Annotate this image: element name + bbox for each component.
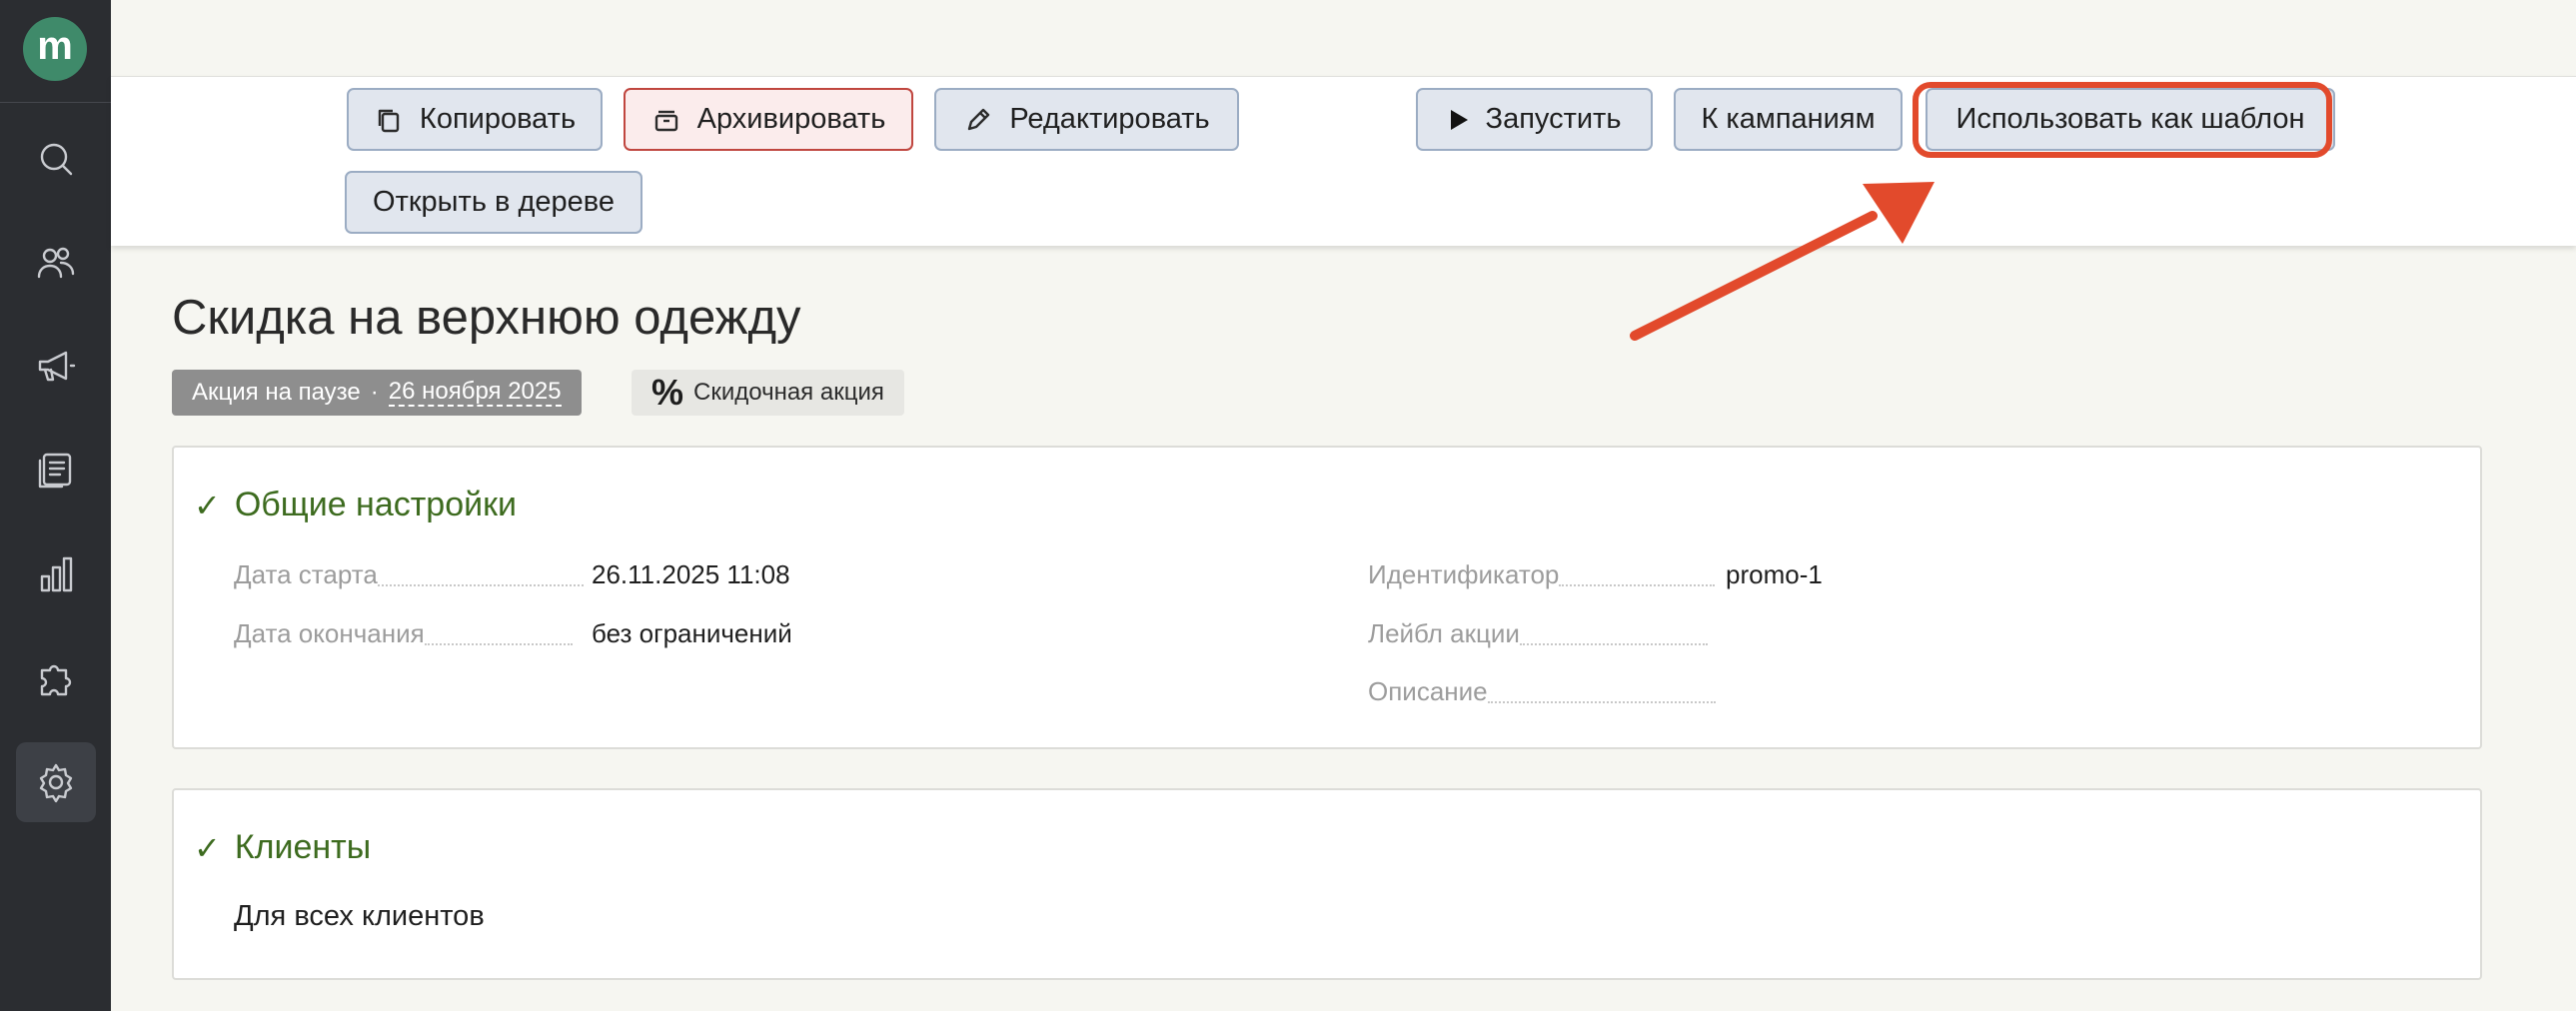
description-label-text: Описание xyxy=(1368,676,1488,706)
edit-button[interactable]: Редактировать xyxy=(934,88,1239,151)
status-date-link[interactable]: 26 ноября 2025 xyxy=(388,378,562,408)
end-date-value: без ограничений xyxy=(592,618,792,648)
play-icon xyxy=(1450,109,1468,130)
promo-type-label: Скидочная акция xyxy=(693,379,884,406)
users-icon xyxy=(37,247,75,279)
general-settings-title-text: Общие настройки xyxy=(234,486,517,523)
sidebar: m xyxy=(0,0,111,1011)
check-icon: ✓ xyxy=(194,829,221,866)
clients-card: ✓ Клиенты Для всех клиентов xyxy=(172,788,2482,980)
sidebar-divider xyxy=(0,102,111,103)
sidebar-item-clients[interactable] xyxy=(16,223,96,303)
sidebar-item-search[interactable] xyxy=(16,119,96,199)
logo-letter: m xyxy=(37,24,73,68)
identifier-value: promo-1 xyxy=(1726,559,1823,589)
archive-icon xyxy=(654,110,677,131)
to-campaigns-button[interactable]: К кампаниям xyxy=(1674,88,1903,151)
dotted-leader xyxy=(1519,643,1708,645)
clients-title-text: Клиенты xyxy=(234,828,372,866)
puzzle-icon xyxy=(40,664,72,696)
status-text: Акция на паузе xyxy=(192,379,361,406)
sidebar-item-campaigns[interactable] xyxy=(16,327,96,407)
annotation-arrow xyxy=(1630,182,1934,341)
megaphone-icon xyxy=(38,351,76,382)
status-separator: · xyxy=(370,379,379,406)
search-icon xyxy=(40,143,73,176)
clients-value: Для всех клиентов xyxy=(234,900,485,932)
copy-icon xyxy=(378,109,400,132)
action-toolbar: Копировать Архивировать Редактировать За… xyxy=(111,76,2576,246)
sidebar-item-analytics[interactable] xyxy=(16,534,96,614)
use-as-template-button-label: Использовать как шаблон xyxy=(1955,103,2305,135)
dotted-leader xyxy=(424,643,573,645)
pencil-icon xyxy=(968,108,990,130)
identifier-label: Идентификатор xyxy=(1368,559,1716,590)
bar-chart-icon xyxy=(40,556,73,592)
copy-button-label: Копировать xyxy=(419,103,577,135)
dotted-leader xyxy=(1487,701,1716,703)
run-button-label: Запустить xyxy=(1485,103,1622,135)
sidebar-item-content[interactable] xyxy=(16,431,96,510)
status-badge: Акция на паузе · 26 ноября 2025 xyxy=(172,370,582,416)
documents-icon xyxy=(38,453,72,489)
edit-button-label: Редактировать xyxy=(1009,103,1210,135)
dotted-leader xyxy=(1559,584,1716,586)
open-in-tree-button-label: Открыть в дереве xyxy=(373,186,615,218)
promo-label-label: Лейбл акции xyxy=(1368,618,1708,649)
archive-button[interactable]: Архивировать xyxy=(624,88,913,151)
start-date-label: Дата старта xyxy=(234,559,584,590)
sidebar-item-settings[interactable] xyxy=(16,742,96,822)
page-title: Скидка на верхнюю одежду xyxy=(172,291,801,345)
use-as-template-button[interactable]: Использовать как шаблон xyxy=(1926,88,2335,151)
to-campaigns-button-label: К кампаниям xyxy=(1701,103,1876,135)
gear-icon xyxy=(39,763,73,803)
sidebar-item-integrations[interactable] xyxy=(16,638,96,718)
identifier-label-text: Идентификатор xyxy=(1368,559,1560,589)
end-date-label: Дата окончания xyxy=(234,618,573,649)
start-date-label-text: Дата старта xyxy=(234,559,378,589)
general-settings-card: ✓ Общие настройки Дата старта 26.11.2025… xyxy=(172,446,2482,749)
archive-button-label: Архивировать xyxy=(696,103,886,135)
percent-icon: % xyxy=(651,372,684,413)
start-date-value: 26.11.2025 11:08 xyxy=(592,559,790,589)
clients-title[interactable]: ✓ Клиенты xyxy=(194,828,371,867)
copy-button[interactable]: Копировать xyxy=(347,88,603,151)
dotted-leader xyxy=(377,584,584,586)
run-button[interactable]: Запустить xyxy=(1416,88,1653,151)
check-icon: ✓ xyxy=(194,487,221,523)
app-logo[interactable]: m xyxy=(23,17,87,81)
description-label: Описание xyxy=(1368,676,1716,707)
promo-label-label-text: Лейбл акции xyxy=(1368,618,1520,648)
general-settings-title[interactable]: ✓ Общие настройки xyxy=(194,486,517,524)
open-in-tree-button[interactable]: Открыть в дереве xyxy=(345,171,643,234)
end-date-label-text: Дата окончания xyxy=(234,618,425,648)
promo-type-badge: % Скидочная акция xyxy=(632,370,904,416)
